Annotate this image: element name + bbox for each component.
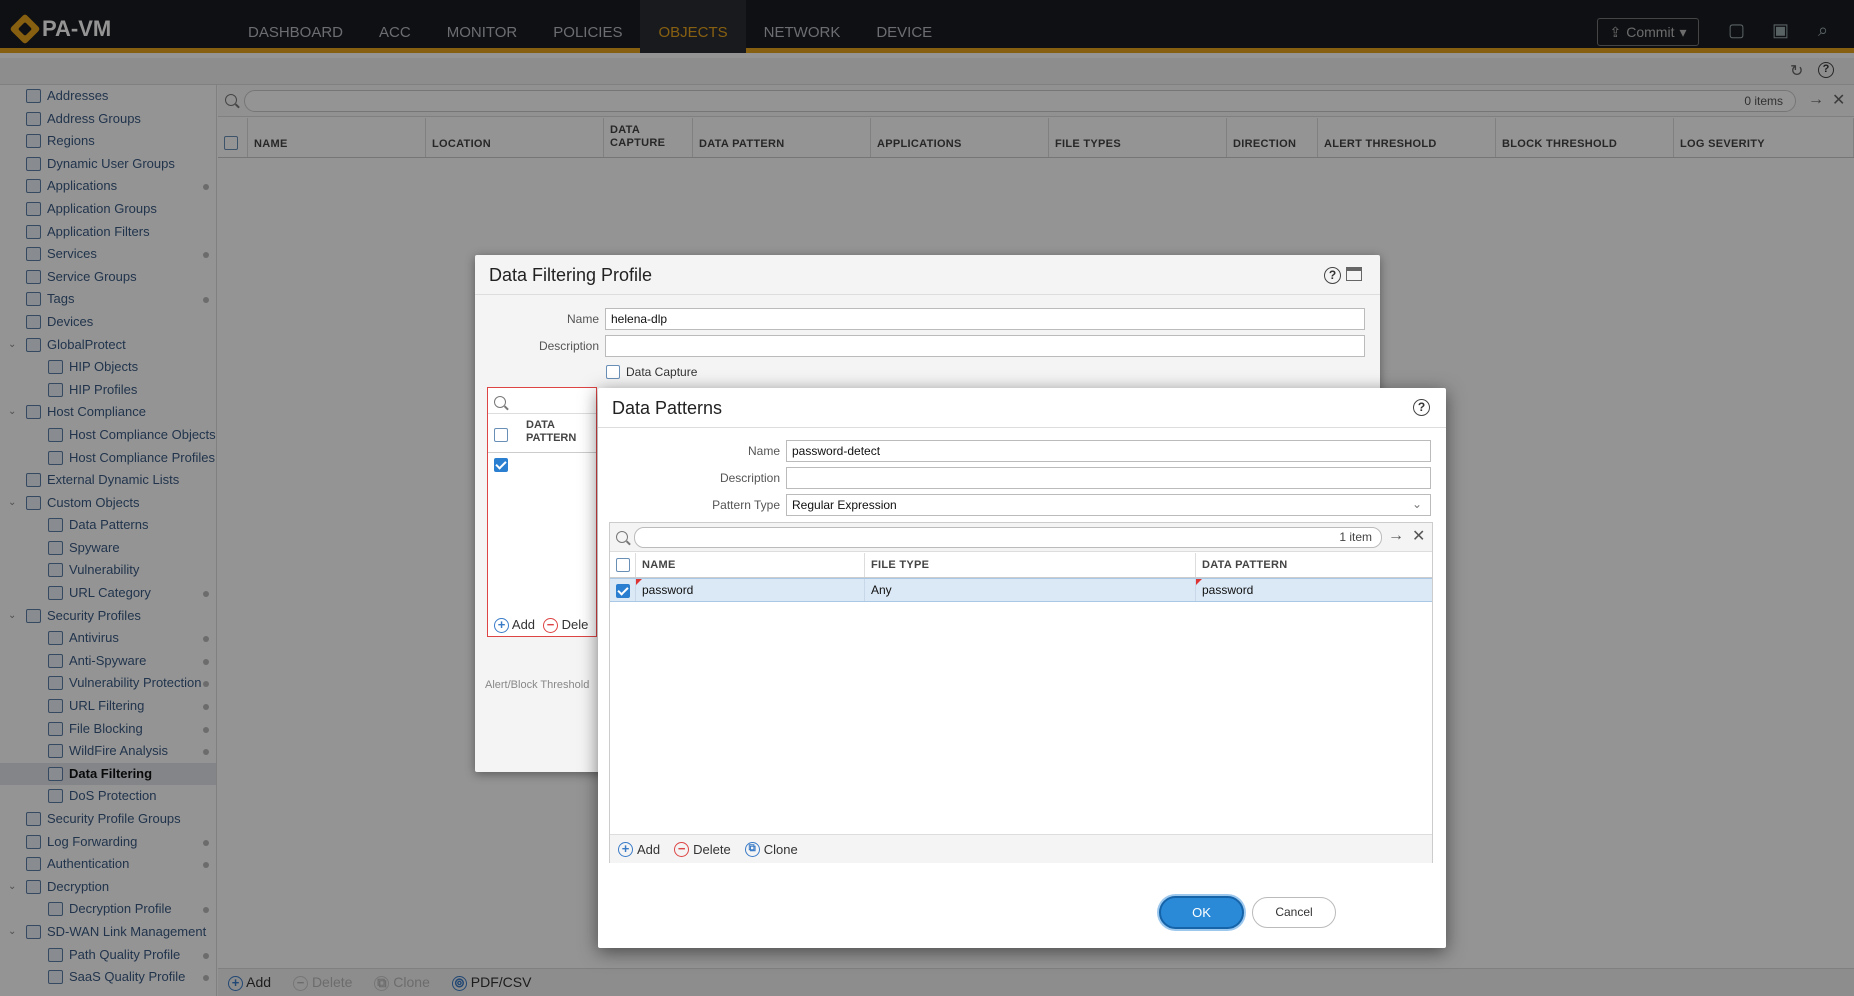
data-capture-label: Data Capture xyxy=(626,365,698,379)
delete-pattern-button[interactable]: − Delete xyxy=(674,841,731,857)
row-name: password xyxy=(642,583,694,597)
data-patterns-dialog: Data Patterns ? Name password-detect Des… xyxy=(598,388,1446,948)
delete-icon: − xyxy=(674,841,690,857)
data-capture-checkbox[interactable] xyxy=(606,365,620,379)
name-label: Name xyxy=(566,312,599,326)
description-label: Description xyxy=(719,471,780,485)
column-data-pattern[interactable]: DATA PATTERN xyxy=(1196,553,1432,577)
grid-filter-bar: 1 item → ✕ xyxy=(610,523,1432,552)
search-icon xyxy=(494,396,506,408)
name-input[interactable]: helena-dlp xyxy=(605,308,1365,330)
column-data-pattern: DATA PATTERN xyxy=(526,419,577,444)
column-file-type[interactable]: FILE TYPE xyxy=(865,553,1196,577)
select-all-checkbox[interactable] xyxy=(494,428,508,442)
pattern-type-label: Pattern Type xyxy=(712,498,780,512)
row-checkbox[interactable] xyxy=(494,458,508,472)
delete-icon: − xyxy=(543,618,559,633)
add-icon: + xyxy=(494,618,509,633)
grid-item-count: 1 item xyxy=(1339,530,1372,544)
row-checkbox[interactable] xyxy=(616,583,630,598)
name-label: Name xyxy=(747,444,780,458)
apply-filter-icon[interactable]: → xyxy=(1388,527,1404,545)
add-pattern-button[interactable]: + Add xyxy=(494,617,535,633)
add-label: Add xyxy=(511,617,536,632)
delete-label: Delete xyxy=(693,841,731,857)
name-input[interactable]: password-detect xyxy=(786,440,1431,462)
search-icon xyxy=(616,531,628,543)
row-file-type-cell[interactable]: Any xyxy=(865,579,1196,601)
patterns-grid: 1 item → ✕ NAME FILE TYPE DATA PATTERN p… xyxy=(609,522,1433,863)
help-icon[interactable]: ? xyxy=(1413,399,1430,416)
grid-filter-input[interactable]: 1 item xyxy=(634,527,1382,548)
grid-header: NAME FILE TYPE DATA PATTERN xyxy=(610,553,1432,578)
row-pattern: password xyxy=(1202,583,1254,597)
clone-label: Clone xyxy=(763,841,798,857)
required-flag-icon xyxy=(636,579,642,585)
threshold-note: Alert/Block Threshold xyxy=(485,679,590,691)
add-label: Add xyxy=(637,841,661,857)
pattern-type-value: Regular Expression xyxy=(792,498,897,512)
column-name[interactable]: NAME xyxy=(636,553,865,577)
select-all-cell xyxy=(610,553,636,577)
description-label: Description xyxy=(538,339,599,353)
select-all-checkbox[interactable] xyxy=(616,558,630,573)
row-select-cell xyxy=(610,579,636,601)
add-pattern-button[interactable]: + Add xyxy=(618,841,661,857)
help-icon[interactable]: ? xyxy=(1324,267,1341,284)
row-file-type: Any xyxy=(871,583,892,597)
delete-pattern-button[interactable]: − Dele xyxy=(543,617,588,633)
clone-icon: ⧉ xyxy=(744,841,760,857)
grid-toolbar: + Add − Delete ⧉ Clone xyxy=(610,834,1432,863)
pattern-type-select[interactable]: Regular Expression ⌄ xyxy=(786,494,1431,516)
maximize-icon[interactable] xyxy=(1346,267,1362,281)
add-icon: + xyxy=(618,841,633,857)
table-row[interactable]: password Any password xyxy=(610,578,1432,602)
row-name-cell[interactable]: password xyxy=(636,579,865,601)
data-pattern-grid: DATA PATTERN + Add − Dele xyxy=(487,387,597,637)
clone-pattern-button[interactable]: ⧉ Clone xyxy=(744,841,798,857)
ok-button[interactable]: OK xyxy=(1159,896,1244,929)
chevron-down-icon: ⌄ xyxy=(1411,497,1422,511)
description-input[interactable] xyxy=(605,335,1365,357)
delete-label: Dele xyxy=(561,617,589,632)
clear-filter-icon[interactable]: ✕ xyxy=(1412,526,1425,546)
dialog-title: Data Filtering Profile xyxy=(475,255,1380,295)
cancel-button[interactable]: Cancel xyxy=(1252,897,1336,928)
dialog-title: Data Patterns xyxy=(598,388,1446,428)
row-pattern-cell[interactable]: password xyxy=(1196,579,1432,601)
required-flag-icon xyxy=(1196,579,1202,585)
description-input[interactable] xyxy=(786,467,1431,489)
